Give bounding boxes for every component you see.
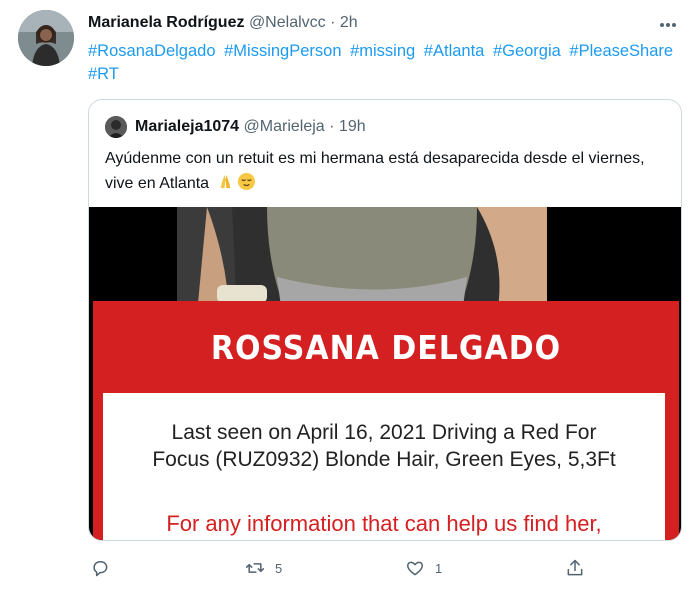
flyer-details-box: Last seen on April 16, 2021 Driving a Re…	[103, 393, 665, 540]
hashtag-link[interactable]: #MissingPerson	[224, 42, 341, 60]
quoted-author-name[interactable]: Marialeja1074	[135, 118, 239, 135]
folded-hands-icon	[220, 174, 230, 189]
missing-person-name: ROSSANA DELGADO	[210, 329, 562, 368]
like-count: 1	[435, 560, 443, 576]
last-seen-line-1: Last seen on April 16, 2021 Driving a Re…	[171, 421, 597, 444]
reply-icon	[93, 561, 108, 577]
retweet-icon	[245, 563, 265, 573]
like-button[interactable]: 1	[405, 555, 442, 581]
retweet-count: 5	[275, 560, 283, 576]
quoted-author-avatar[interactable]	[105, 116, 127, 138]
flyer-red-panel: ROSSANA DELGADO Last seen on April 16, 2…	[93, 301, 679, 540]
last-seen-line-2: Focus (RUZ0932) Blonde Hair, Green Eyes,…	[152, 448, 616, 471]
tweet: Marianela Rodríguez @Nelalvcc · 2h #Rosa…	[0, 0, 700, 603]
hashtag-link[interactable]: #Atlanta	[424, 42, 485, 60]
share-button[interactable]	[565, 555, 585, 581]
quoted-tweet-time[interactable]: 19h	[339, 118, 366, 135]
hashtag-link[interactable]: #RT	[88, 65, 119, 83]
quoted-tweet-header: Marialeja1074 @Marieleja · 19h	[135, 117, 366, 137]
tweet-header: Marianela Rodríguez @Nelalvcc · 2h	[88, 13, 358, 33]
hashtag-link[interactable]: #missing	[350, 42, 415, 60]
tweet-time[interactable]: 2h	[340, 14, 358, 31]
retweet-button[interactable]: 5	[245, 555, 282, 581]
hashtag-link[interactable]: #Georgia	[493, 42, 561, 60]
quoted-author-handle[interactable]: @Marieleja	[244, 118, 325, 135]
hashtag-link[interactable]: #PleaseShare	[569, 42, 673, 60]
relieved-face-icon	[237, 172, 255, 191]
tweet-actions: 5 1	[88, 555, 682, 581]
separator: ·	[329, 118, 335, 135]
more-options-icon[interactable]	[660, 14, 682, 30]
author-avatar[interactable]	[18, 10, 74, 66]
reply-button[interactable]	[90, 555, 120, 581]
heart-icon	[406, 561, 424, 576]
author-handle[interactable]: @Nelalvcc	[249, 14, 326, 31]
missing-person-flyer-image[interactable]: ROSSANA DELGADO Last seen on April 16, 2…	[89, 207, 681, 540]
contact-info-text: For any information that can help us fin…	[166, 511, 602, 536]
flyer-photo	[177, 207, 547, 314]
quoted-text-body: Ayúdenme con un retuit es mi hermana est…	[105, 150, 645, 192]
author-name[interactable]: Marianela Rodríguez	[88, 14, 244, 31]
share-icon	[567, 559, 583, 576]
hashtags: #RosanaDelgado #MissingPerson #missing #…	[88, 40, 688, 86]
last-seen-details: Last seen on April 16, 2021 Driving a Re…	[103, 419, 665, 473]
quoted-tweet-text: Ayúdenme con un retuit es mi hermana est…	[105, 146, 665, 196]
separator: ·	[330, 14, 336, 31]
hashtag-link[interactable]: #RosanaDelgado	[88, 42, 216, 60]
quoted-tweet[interactable]: Marialeja1074 @Marieleja · 19h Ayúdenme …	[88, 99, 682, 541]
